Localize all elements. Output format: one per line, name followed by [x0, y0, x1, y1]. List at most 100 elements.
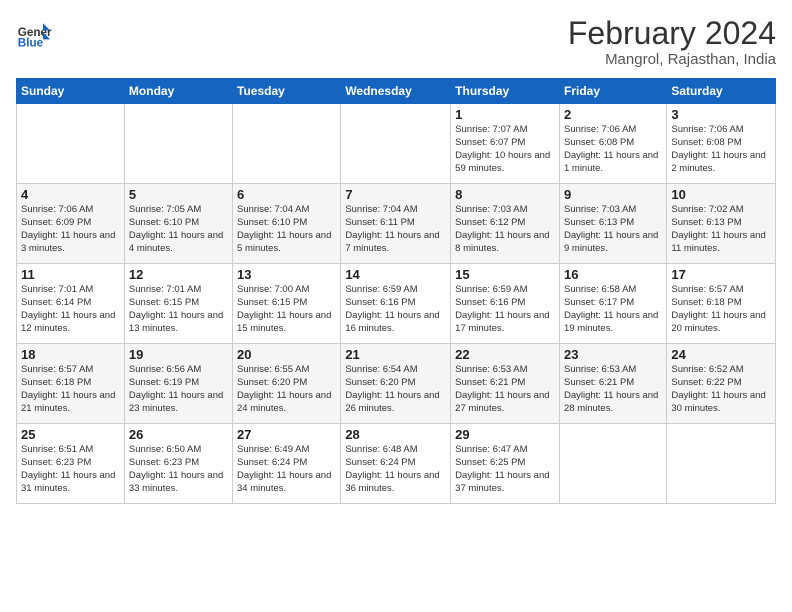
day-cell: 25 Sunrise: 6:51 AM Sunset: 6:23 PM Dayli… — [17, 424, 125, 504]
day-cell: 27 Sunrise: 6:49 AM Sunset: 6:24 PM Dayli… — [233, 424, 341, 504]
day-cell: 22Sunrise: 6:53 AM Sunset: 6:21 PM Dayli… — [451, 344, 560, 424]
day-info: Sunrise: 7:01 AM Sunset: 6:15 PM Dayligh… — [129, 284, 228, 335]
day-number: 13 — [237, 267, 336, 282]
day-cell: 24 Sunrise: 6:52 AM Sunset: 6:22 PM Dayli… — [667, 344, 776, 424]
day-number: 29 — [455, 427, 555, 442]
day-info: Sunrise: 6:49 AM Sunset: 6:24 PM Dayligh… — [237, 444, 336, 495]
day-cell — [17, 104, 125, 184]
week-row-1: 4 Sunrise: 7:06 AM Sunset: 6:09 PM Daylig… — [17, 184, 776, 264]
day-number: 12 — [129, 267, 228, 282]
col-monday: Monday — [124, 79, 232, 104]
day-cell: 18 Sunrise: 6:57 AM Sunset: 6:18 PM Dayli… — [17, 344, 125, 424]
day-cell: 11 Sunrise: 7:01 AM Sunset: 6:14 PM Dayli… — [17, 264, 125, 344]
day-number: 25 — [21, 427, 120, 442]
day-cell: 10 Sunrise: 7:02 AM Sunset: 6:13 PM Dayli… — [667, 184, 776, 264]
day-number: 3 — [671, 107, 771, 122]
day-number: 7 — [345, 187, 446, 202]
day-info: Sunrise: 7:02 AM Sunset: 6:13 PM Dayligh… — [671, 204, 771, 255]
day-info: Sunrise: 6:59 AM Sunset: 6:16 PM Dayligh… — [455, 284, 555, 335]
day-cell: 28 Sunrise: 6:48 AM Sunset: 6:24 PM Dayli… — [341, 424, 451, 504]
day-info: Sunrise: 6:48 AM Sunset: 6:24 PM Dayligh… — [345, 444, 446, 495]
day-cell: 8Sunrise: 7:03 AM Sunset: 6:12 PM Daylig… — [451, 184, 560, 264]
day-cell: 14 Sunrise: 6:59 AM Sunset: 6:16 PM Dayli… — [341, 264, 451, 344]
day-info: Sunrise: 7:01 AM Sunset: 6:14 PM Dayligh… — [21, 284, 120, 335]
day-number: 27 — [237, 427, 336, 442]
day-info: Sunrise: 7:04 AM Sunset: 6:10 PM Dayligh… — [237, 204, 336, 255]
day-cell: 3 Sunrise: 7:06 AM Sunset: 6:08 PM Daylig… — [667, 104, 776, 184]
day-info: Sunrise: 6:50 AM Sunset: 6:23 PM Dayligh… — [129, 444, 228, 495]
day-info: Sunrise: 7:06 AM Sunset: 6:09 PM Dayligh… — [21, 204, 120, 255]
day-cell — [559, 424, 666, 504]
day-info: Sunrise: 6:47 AM Sunset: 6:25 PM Dayligh… — [455, 444, 555, 495]
title-area: February 2024 Mangrol, Rajasthan, India — [568, 16, 776, 68]
day-number: 8 — [455, 187, 555, 202]
day-info: Sunrise: 7:07 AM Sunset: 6:07 PM Dayligh… — [455, 124, 555, 175]
col-sunday: Sunday — [17, 79, 125, 104]
day-number: 15 — [455, 267, 555, 282]
day-info: Sunrise: 6:58 AM Sunset: 6:17 PM Dayligh… — [564, 284, 662, 335]
day-info: Sunrise: 6:59 AM Sunset: 6:16 PM Dayligh… — [345, 284, 446, 335]
day-info: Sunrise: 6:54 AM Sunset: 6:20 PM Dayligh… — [345, 364, 446, 415]
header-row: Sunday Monday Tuesday Wednesday Thursday… — [17, 79, 776, 104]
col-friday: Friday — [559, 79, 666, 104]
day-info: Sunrise: 7:04 AM Sunset: 6:11 PM Dayligh… — [345, 204, 446, 255]
svg-text:Blue: Blue — [18, 37, 44, 50]
day-number: 10 — [671, 187, 771, 202]
day-cell: 6 Sunrise: 7:04 AM Sunset: 6:10 PM Daylig… — [233, 184, 341, 264]
day-info: Sunrise: 6:51 AM Sunset: 6:23 PM Dayligh… — [21, 444, 120, 495]
day-cell: 23 Sunrise: 6:53 AM Sunset: 6:21 PM Dayli… — [559, 344, 666, 424]
day-info: Sunrise: 6:55 AM Sunset: 6:20 PM Dayligh… — [237, 364, 336, 415]
day-cell: 21 Sunrise: 6:54 AM Sunset: 6:20 PM Dayli… — [341, 344, 451, 424]
day-info: Sunrise: 6:53 AM Sunset: 6:21 PM Dayligh… — [564, 364, 662, 415]
day-number: 23 — [564, 347, 662, 362]
day-number: 4 — [21, 187, 120, 202]
day-cell: 13 Sunrise: 7:00 AM Sunset: 6:15 PM Dayli… — [233, 264, 341, 344]
col-thursday: Thursday — [451, 79, 560, 104]
subtitle: Mangrol, Rajasthan, India — [568, 51, 776, 68]
day-cell — [233, 104, 341, 184]
day-cell: 19Sunrise: 6:56 AM Sunset: 6:19 PM Dayli… — [124, 344, 232, 424]
day-cell: 7 Sunrise: 7:04 AM Sunset: 6:11 PM Daylig… — [341, 184, 451, 264]
day-info: Sunrise: 6:52 AM Sunset: 6:22 PM Dayligh… — [671, 364, 771, 415]
day-info: Sunrise: 7:00 AM Sunset: 6:15 PM Dayligh… — [237, 284, 336, 335]
main-title: February 2024 — [568, 16, 776, 51]
day-cell — [341, 104, 451, 184]
day-number: 22 — [455, 347, 555, 362]
day-number: 26 — [129, 427, 228, 442]
page: General Blue February 2024 Mangrol, Raja… — [0, 0, 792, 512]
day-cell: 15 Sunrise: 6:59 AM Sunset: 6:16 PM Dayli… — [451, 264, 560, 344]
day-cell: 12 Sunrise: 7:01 AM Sunset: 6:15 PM Dayli… — [124, 264, 232, 344]
logo: General Blue — [16, 16, 52, 52]
day-info: Sunrise: 7:06 AM Sunset: 6:08 PM Dayligh… — [564, 124, 662, 175]
day-number: 11 — [21, 267, 120, 282]
col-saturday: Saturday — [667, 79, 776, 104]
day-number: 2 — [564, 107, 662, 122]
day-number: 20 — [237, 347, 336, 362]
day-info: Sunrise: 7:05 AM Sunset: 6:10 PM Dayligh… — [129, 204, 228, 255]
day-cell — [124, 104, 232, 184]
day-number: 6 — [237, 187, 336, 202]
day-number: 5 — [129, 187, 228, 202]
logo-icon: General Blue — [16, 16, 52, 52]
day-number: 1 — [455, 107, 555, 122]
day-number: 24 — [671, 347, 771, 362]
day-number: 9 — [564, 187, 662, 202]
day-cell: 9Sunrise: 7:03 AM Sunset: 6:13 PM Daylig… — [559, 184, 666, 264]
day-info: Sunrise: 7:06 AM Sunset: 6:08 PM Dayligh… — [671, 124, 771, 175]
day-cell: 20 Sunrise: 6:55 AM Sunset: 6:20 PM Dayli… — [233, 344, 341, 424]
day-cell — [667, 424, 776, 504]
day-info: Sunrise: 6:57 AM Sunset: 6:18 PM Dayligh… — [21, 364, 120, 415]
day-number: 14 — [345, 267, 446, 282]
day-number: 18 — [21, 347, 120, 362]
day-cell: 1 Sunrise: 7:07 AM Sunset: 6:07 PM Daylig… — [451, 104, 560, 184]
day-number: 19 — [129, 347, 228, 362]
day-cell: 29 Sunrise: 6:47 AM Sunset: 6:25 PM Dayli… — [451, 424, 560, 504]
week-row-0: 1 Sunrise: 7:07 AM Sunset: 6:07 PM Daylig… — [17, 104, 776, 184]
day-cell: 2 Sunrise: 7:06 AM Sunset: 6:08 PM Daylig… — [559, 104, 666, 184]
day-number: 16 — [564, 267, 662, 282]
col-tuesday: Tuesday — [233, 79, 341, 104]
day-cell: 16 Sunrise: 6:58 AM Sunset: 6:17 PM Dayli… — [559, 264, 666, 344]
week-row-3: 18 Sunrise: 6:57 AM Sunset: 6:18 PM Dayli… — [17, 344, 776, 424]
day-number: 21 — [345, 347, 446, 362]
day-number: 28 — [345, 427, 446, 442]
